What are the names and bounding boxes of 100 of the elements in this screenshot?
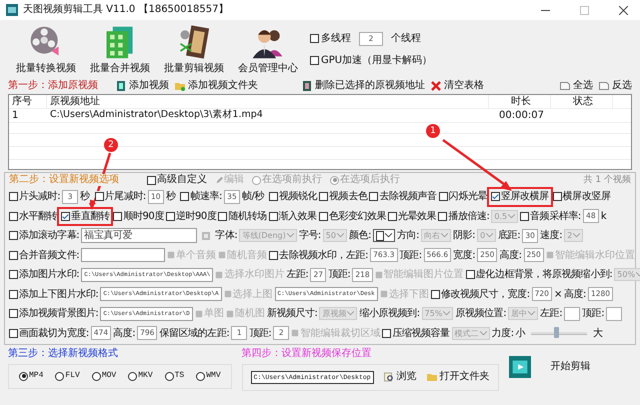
field-label: 底距:: [498, 230, 520, 242]
field-label: 新视频尺寸:: [266, 308, 318, 320]
annotation-arrow: [442, 138, 512, 191]
checkbox[interactable]: [61, 212, 70, 221]
checkbox[interactable]: [9, 270, 18, 280]
checkbox-label: 虚化边框背景，将原视频缩小到:: [476, 269, 612, 280]
radio-button[interactable]: [92, 372, 101, 380]
field-label: 顶距:: [582, 308, 604, 320]
slider-handle[interactable]: [554, 326, 560, 338]
checkbox[interactable]: [388, 212, 398, 221]
radio-button[interactable]: [55, 372, 64, 380]
select-button[interactable]: 全选: [560, 80, 593, 92]
checkbox-label: 添加上下图片水印:: [19, 288, 98, 300]
checkbox[interactable]: [9, 290, 18, 299]
radio-label: WMV: [206, 371, 221, 381]
checkbox[interactable]: [319, 192, 328, 202]
checkbox[interactable]: [318, 212, 328, 221]
checkbox[interactable]: [490, 192, 500, 202]
color-picker[interactable]: [373, 229, 395, 242]
start-button[interactable]: 开始剪辑: [508, 356, 591, 378]
radio-label: MP4: [29, 371, 44, 381]
step-title: 第三步：选择新视频格式: [8, 348, 119, 360]
field-label: 速度:: [540, 230, 562, 242]
field-label: ×: [554, 288, 562, 300]
checkbox[interactable]: [369, 192, 378, 202]
radio-button[interactable]: [196, 372, 206, 380]
number-field[interactable]: [606, 306, 622, 321]
radio-button[interactable]: [128, 372, 138, 380]
checkbox[interactable]: [180, 192, 190, 202]
checkbox[interactable]: [269, 250, 278, 260]
square-icon: [291, 329, 300, 338]
select-button[interactable]: 反选: [599, 80, 632, 92]
action-button[interactable]: 添加视频: [116, 80, 169, 92]
field-label: 顶距:: [328, 269, 350, 280]
checkbox-label: 闪烁光晕: [448, 191, 487, 202]
checkbox[interactable]: [310, 56, 319, 65]
checkbox[interactable]: [438, 212, 448, 221]
checkbox[interactable]: [9, 231, 18, 240]
pencil-icon: [215, 176, 223, 184]
subtitle-field[interactable]: 福宝真可爱: [81, 228, 198, 244]
checkbox[interactable]: [268, 212, 278, 221]
checkbox[interactable]: [113, 212, 122, 221]
checkbox[interactable]: [520, 212, 530, 221]
toolbar-button[interactable]: 批量剪辑视频: [158, 24, 230, 74]
checkbox-label: GPU加速（用显卡解码）: [321, 54, 432, 66]
video-count: 共 1 个视频: [584, 174, 631, 186]
toolbar-button[interactable]: 批量转换视频: [10, 24, 82, 74]
field-label: 左距:: [286, 269, 308, 280]
action-button[interactable]: 删除已选择的原视频地址: [302, 80, 425, 92]
radio-button[interactable]: [19, 372, 28, 380]
close-icon[interactable]: [619, 6, 628, 14]
action-button[interactable]: 打开文件夹: [426, 371, 490, 383]
field-label: 顶距:: [249, 328, 272, 339]
checkbox-label: 色彩变幻效果: [328, 210, 386, 222]
caret-icon: [347, 311, 354, 316]
column-header: 时长: [489, 95, 551, 108]
checkbox-label: 添加滚动字幕:: [19, 230, 80, 242]
checkbox-label: 合并音频文件:: [19, 250, 80, 261]
checkbox[interactable]: [268, 192, 278, 202]
square-icon: [215, 270, 224, 279]
checkbox[interactable]: [466, 270, 475, 280]
caret-icon: [573, 233, 580, 238]
checkbox[interactable]: [9, 212, 18, 221]
number-field[interactable]: [564, 306, 580, 321]
checkbox[interactable]: [9, 309, 18, 318]
field-label: 秒: [80, 191, 90, 202]
action-button[interactable]: 浏览: [384, 371, 417, 383]
checkbox[interactable]: [9, 328, 18, 338]
field-label: 力度:: [492, 328, 514, 339]
field-label: 阴影:: [453, 230, 476, 242]
checkbox[interactable]: [310, 34, 319, 44]
radio-button[interactable]: [164, 372, 174, 380]
checkbox[interactable]: [166, 212, 175, 221]
checkbox[interactable]: [94, 192, 104, 202]
radio-label: MOV: [102, 371, 116, 381]
checkbox[interactable]: [9, 250, 18, 260]
checkbox-label: 水平翻转: [19, 210, 58, 222]
checkbox-label: 去除视频声音: [379, 191, 437, 202]
checkbox[interactable]: [438, 192, 448, 202]
checkbox[interactable]: [218, 212, 228, 221]
checkbox[interactable]: [382, 328, 392, 338]
window-title: 天图视频剪辑工具 V11.0 【18650018557】: [23, 4, 228, 16]
caret-icon: [486, 233, 494, 238]
checkbox[interactable]: [9, 192, 18, 202]
square-icon: [167, 251, 176, 260]
checkbox[interactable]: [552, 192, 562, 202]
caret-icon: [443, 311, 450, 316]
path-field[interactable]: [81, 248, 166, 262]
checkbox-label: 播放倍速:: [448, 210, 490, 222]
video-play-icon: [508, 356, 531, 378]
table-row[interactable]: 1 C:\Users\Administrator\Desktop\3\素材1.mp4 00:00:07: [9, 109, 631, 123]
checkbox[interactable]: [430, 290, 440, 299]
toolbar-button[interactable]: 批量合并视频: [84, 24, 156, 74]
square-icon: [226, 310, 234, 318]
checkbox[interactable]: [147, 176, 156, 184]
field-label: 字号:: [298, 230, 321, 242]
toolbar-button[interactable]: 会员管理中心: [232, 24, 304, 74]
action-button[interactable]: 添加视频文件夹: [175, 80, 258, 92]
action-button[interactable]: 清空表格: [431, 80, 484, 92]
field-label: 颜色:: [348, 230, 371, 242]
